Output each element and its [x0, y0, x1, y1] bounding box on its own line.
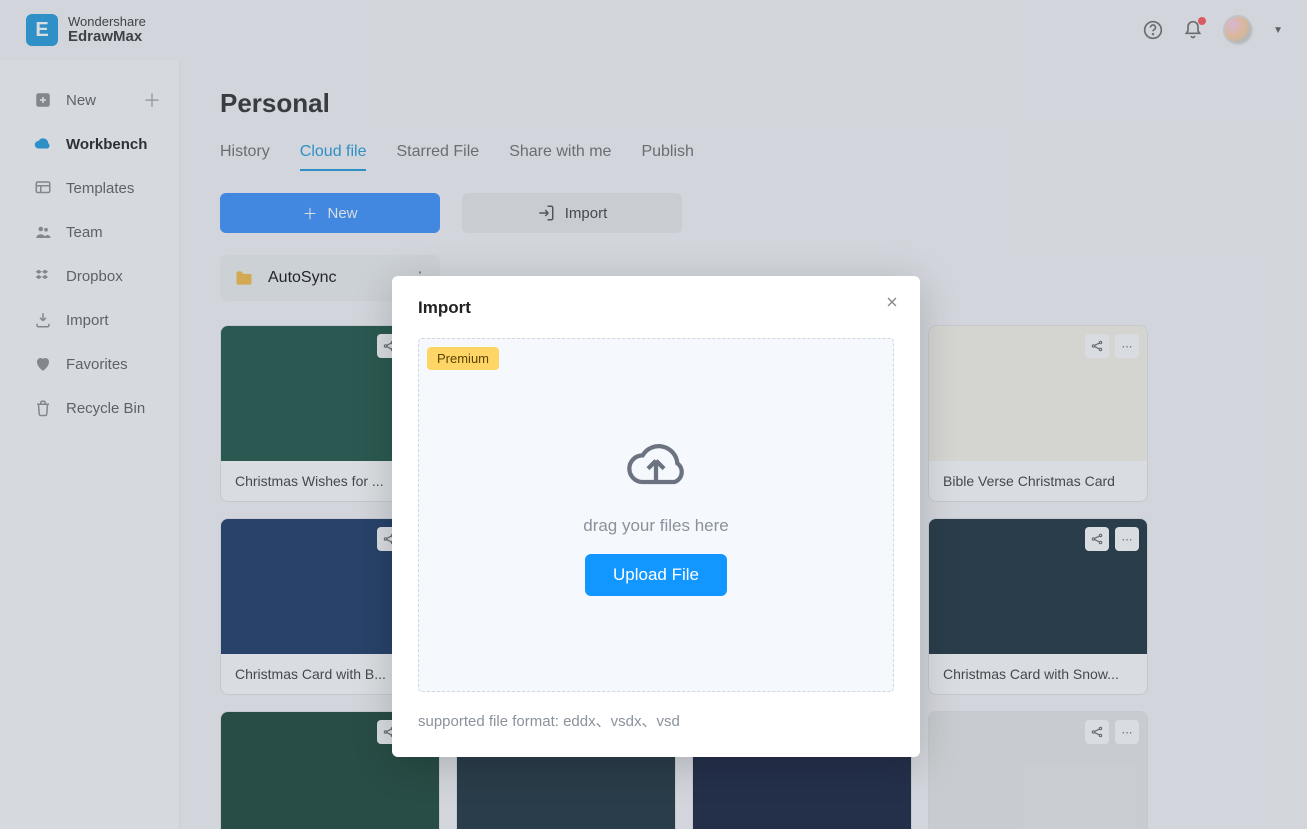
import-modal: Import Premium drag your files here Uplo… [392, 276, 920, 757]
drop-zone[interactable]: Premium drag your files here Upload File [418, 338, 894, 692]
upload-file-button[interactable]: Upload File [585, 554, 727, 596]
modal-title: Import [418, 298, 894, 318]
drop-text: drag your files here [583, 516, 729, 536]
close-icon[interactable] [884, 294, 900, 310]
cloud-upload-icon [617, 434, 695, 498]
format-note: supported file format: eddx、vsdx、vsd [418, 710, 894, 731]
premium-badge: Premium [427, 347, 499, 370]
